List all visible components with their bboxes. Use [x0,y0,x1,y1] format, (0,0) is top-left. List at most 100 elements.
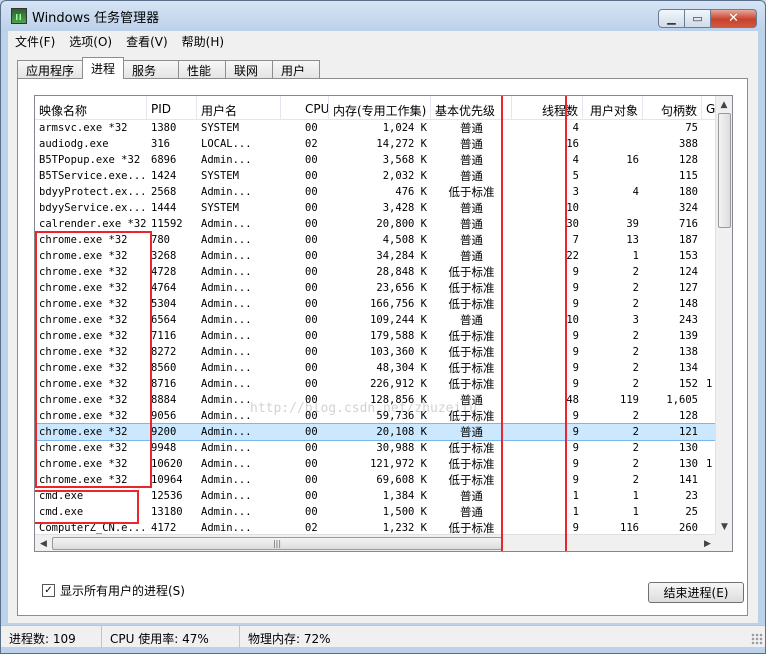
scroll-down-icon[interactable]: ▼ [716,518,732,535]
cell-mem: 103,360 K [370,346,427,358]
cell-mem: 3,428 K [382,202,427,214]
cell-cpu: 00 [305,458,318,470]
cell-name: chrome.exe *32 [39,330,128,342]
scroll-corner [715,534,732,551]
cell-gdi [702,232,716,248]
scroll-up-icon[interactable]: ▲ [716,96,732,113]
cell-cpu: 00 [305,442,318,454]
column-header-pid[interactable]: PID [147,96,197,120]
cell-mem: 30,988 K [376,442,427,454]
status-process-count: 进程数: 109 [1,625,102,648]
cell-name: armsvc.exe *32 [39,122,128,134]
cell-threads: 1 [572,490,579,502]
process-row[interactable]: chrome.exe *32 10620 Admin... 00 121,972 K 低于… [35,456,716,472]
cell-handles: 121 [679,426,698,438]
cell-name: chrome.exe *32 [39,426,128,438]
scroll-right-icon[interactable]: ▶ [699,535,716,551]
column-header-gdi[interactable]: GDI [702,96,716,120]
scroll-left-icon[interactable]: ◀ [35,535,52,551]
tab-applications[interactable]: 应用程序 [17,60,84,79]
process-row[interactable]: cmd.exe 12536 Admin... 00 1,384 K 普通 1 1 23 [35,488,716,504]
cell-prio: 普通 [460,169,483,183]
process-row[interactable]: chrome.exe *32 9056 Admin... 00 59,736 K 低于标准… [35,408,716,424]
cell-pid: 3268 [151,250,177,262]
process-row[interactable]: chrome.exe *32 8716 Admin... 00 226,912 K 低于标… [35,376,716,392]
process-row[interactable]: bdyyProtect.ex... 2568 Admin... 00 476 K 低于标准… [35,184,716,200]
close-button[interactable]: ✕ [711,9,757,28]
cell-cpu: 00 [305,426,318,438]
cell-pid: 4728 [151,266,177,278]
process-row[interactable]: chrome.exe *32 5304 Admin... 00 166,756 K 低于标… [35,296,716,312]
cell-threads: 48 [566,394,579,406]
tab-performance[interactable]: 性能 [178,60,227,79]
minimize-button[interactable]: ▁ [658,9,685,28]
cell-uobj: 4 [632,186,639,198]
cell-gdi [702,152,716,168]
title-bar[interactable]: Windows 任务管理器 ▁ ▭ ✕ [1,1,765,31]
cell-pid: 1424 [151,170,177,182]
maximize-button[interactable]: ▭ [685,9,711,28]
end-process-button[interactable]: 结束进程(E) [648,582,744,603]
tab-services[interactable]: 服务 [123,60,180,79]
cell-threads: 4 [572,154,579,166]
process-row[interactable]: chrome.exe *32 4764 Admin... 00 23,656 K 低于标准… [35,280,716,296]
process-row[interactable]: chrome.exe *32 9200 Admin... 00 20,108 K 普通 9 2… [35,423,717,441]
menu-view[interactable]: 查看(V) [119,33,175,50]
process-row[interactable]: bdyyService.ex... 1444 SYSTEM 00 3,428 K 普通 10… [35,200,716,216]
process-row[interactable]: chrome.exe *32 780 Admin... 00 4,508 K 普通 7 13 1… [35,232,716,248]
process-row[interactable]: audiodg.exe 316 LOCAL... 02 14,272 K 普通 16 388 [35,136,716,152]
cell-uobj: 39 [626,218,639,230]
cell-threads: 10 [566,202,579,214]
tab-processes[interactable]: 进程 [82,57,125,79]
column-header-handles[interactable]: 句柄数 [643,96,702,120]
cell-prio: 低于标准 [448,345,495,359]
process-list[interactable]: 映像名称PID用户名CPU内存(专用工作集)基本优先级线程数用户对象句柄数GDI… [34,95,733,552]
process-row[interactable]: chrome.exe *32 8272 Admin... 00 103,360 K 低于标… [35,344,716,360]
column-header-prio[interactable]: 基本优先级 [431,96,512,120]
horizontal-scroll-thumb[interactable]: ||| [52,537,502,550]
process-row[interactable]: chrome.exe *32 9948 Admin... 00 30,988 K 低于标准… [35,440,716,456]
menu-options[interactable]: 选项(O) [62,33,119,50]
vertical-scroll-thumb[interactable] [718,113,731,228]
column-header-name[interactable]: 映像名称 [35,96,147,120]
process-row[interactable]: chrome.exe *32 7116 Admin... 00 179,588 K 低于标… [35,328,716,344]
cell-prio: 普通 [460,217,483,231]
show-all-users-option[interactable]: ✓ 显示所有用户的进程(S) [42,582,185,599]
cell-gdi [702,264,716,280]
process-row[interactable]: chrome.exe *32 8560 Admin... 00 48,304 K 低于标准… [35,360,716,376]
process-row[interactable]: chrome.exe *32 4728 Admin... 00 28,848 K 低于标准… [35,264,716,280]
cell-threads: 4 [572,122,579,134]
column-header-mem[interactable]: 内存(专用工作集) [329,96,431,120]
process-row[interactable]: calrender.exe *32 11592 Admin... 00 20,800 K… [35,216,716,232]
menu-help[interactable]: 帮助(H) [175,33,231,50]
column-header-cpu[interactable]: CPU [281,96,329,120]
process-row[interactable]: chrome.exe *32 3268 Admin... 00 34,284 K 普通 22… [35,248,716,264]
processes-panel: 映像名称PID用户名CPU内存(专用工作集)基本优先级线程数用户对象句柄数GDI… [17,78,748,616]
column-header-user[interactable]: 用户名 [197,96,281,120]
process-row[interactable]: chrome.exe *32 8884 Admin... 00 128,856 K 普通 4… [35,392,716,408]
cell-threads: 9 [572,474,579,486]
cell-cpu: 00 [305,202,318,214]
column-header-threads[interactable]: 线程数 [512,96,583,120]
menu-file[interactable]: 文件(F) [8,33,62,50]
column-header-uobj[interactable]: 用户对象 [583,96,643,120]
cell-cpu: 00 [305,122,318,134]
process-row[interactable]: chrome.exe *32 6564 Admin... 00 109,244 K 普通 1… [35,312,716,328]
show-all-users-checkbox[interactable]: ✓ [42,584,55,597]
process-row[interactable]: B5TService.exe... 1424 SYSTEM 00 2,032 K 普通 5 1… [35,168,716,184]
process-row[interactable]: armsvc.exe *32 1380 SYSTEM 00 1,024 K 普通 4 75 [35,120,716,136]
tab-networking[interactable]: 联网 [225,60,274,79]
cell-gdi [702,216,716,232]
process-row[interactable]: B5TPopup.exe *32 6896 Admin... 00 3,568 K 普通 4… [35,152,716,168]
cell-uobj: 2 [632,346,639,358]
cell-user: Admin... [201,442,252,454]
tab-users[interactable]: 用户 [272,60,321,79]
cell-handles: 716 [679,218,698,230]
resize-grip-icon[interactable] [751,633,763,645]
vertical-scrollbar[interactable]: ▲ ▼ [715,96,732,535]
process-row[interactable]: cmd.exe 13180 Admin... 00 1,500 K 普通 1 1 25 [35,504,716,520]
cell-pid: 10620 [151,458,183,470]
process-row[interactable]: chrome.exe *32 10964 Admin... 00 69,608 K 低于标… [35,472,716,488]
horizontal-scrollbar[interactable]: ◀ ||| ▶ [35,534,716,551]
cell-name: bdyyService.ex... [39,202,147,214]
